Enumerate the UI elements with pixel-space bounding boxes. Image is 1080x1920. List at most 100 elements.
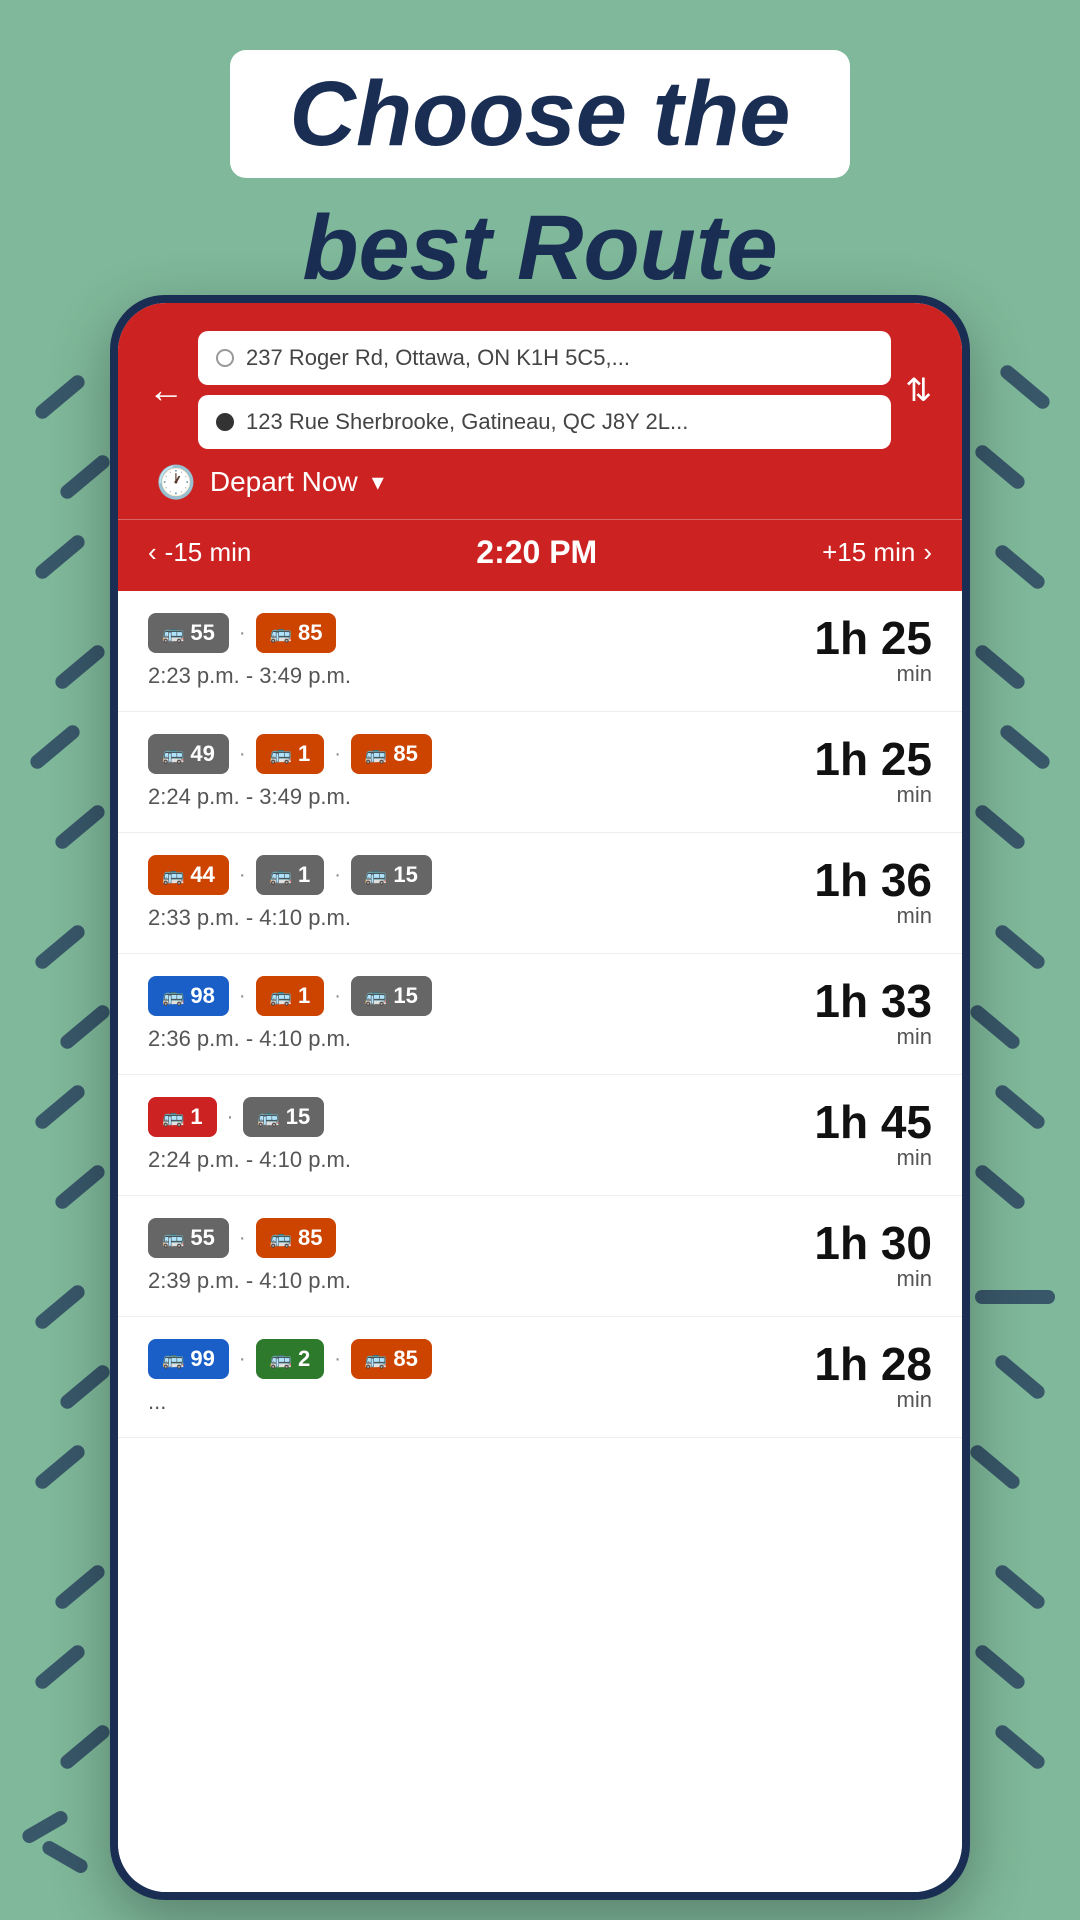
badge-number: 1	[298, 983, 310, 1009]
route-right: 1h 36min	[814, 857, 932, 929]
route-badge: 🚌 85	[256, 1218, 337, 1258]
badge-number: 85	[393, 741, 417, 767]
origin-field[interactable]: 237 Roger Rd, Ottawa, ON K1H 5C5,...	[198, 331, 891, 385]
bus-icon: 🚌	[162, 1228, 184, 1249]
route-badge: 🚌 85	[351, 734, 432, 774]
duration-bold: 1h 30	[814, 1220, 932, 1266]
route-left: 🚌55·🚌852:23 p.m. - 3:49 p.m.	[148, 613, 351, 689]
badge-separator: ·	[227, 1106, 234, 1129]
time-nav: ‹ -15 min 2:20 PM +15 min ›	[118, 519, 962, 591]
duration-bold: 1h 36	[814, 857, 932, 903]
badge-separator: ·	[334, 864, 341, 887]
badge-number: 1	[298, 741, 310, 767]
depart-row: 🕐 Depart Now ▾	[148, 463, 932, 501]
search-row: ← 237 Roger Rd, Ottawa, ON K1H 5C5,... 1…	[148, 331, 932, 449]
duration-bold: 1h 25	[814, 615, 932, 661]
destination-field[interactable]: 123 Rue Sherbrooke, Gatineau, QC J8Y 2L.…	[198, 395, 891, 449]
badge-number: 2	[298, 1346, 310, 1372]
bus-icon: 🚌	[270, 623, 292, 644]
bus-icon: 🚌	[162, 1349, 184, 1370]
badge-number: 85	[393, 1346, 417, 1372]
bus-icon: 🚌	[270, 744, 292, 765]
route-time-range: 2:24 p.m. - 3:49 p.m.	[148, 784, 432, 810]
route-item[interactable]: 🚌99·🚌2·🚌85...1h 28min	[118, 1317, 962, 1438]
badge-number: 85	[298, 620, 322, 646]
route-badges: 🚌 55 · 🚌 85	[148, 1218, 351, 1258]
duration-min: min	[814, 1387, 932, 1413]
badge-separator: ·	[334, 1348, 341, 1371]
bus-icon: 🚌	[365, 744, 387, 765]
badge-number: 85	[298, 1225, 322, 1251]
bus-icon: 🚌	[365, 1349, 387, 1370]
route-time-range: 2:39 p.m. - 4:10 p.m.	[148, 1268, 351, 1294]
badge-number: 98	[190, 983, 214, 1009]
route-badges: 🚌98·🚌1·🚌15	[148, 976, 432, 1016]
phone-mockup: ← 237 Roger Rd, Ottawa, ON K1H 5C5,... 1…	[110, 295, 970, 1900]
route-list: 🚌55·🚌852:23 p.m. - 3:49 p.m.1h 25min🚌49·…	[118, 591, 962, 1892]
route-left: 🚌 55 · 🚌 85 2:39 p.m. - 4:10 p.m.	[148, 1218, 351, 1294]
route-time-range: 2:24 p.m. - 4:10 p.m.	[148, 1147, 351, 1173]
route-item[interactable]: 🚌 55 · 🚌 85 2:39 p.m. - 4:10 p.m. 1h 30min	[118, 1196, 962, 1317]
route-right: 1h 25min	[814, 736, 932, 808]
time-plus-button[interactable]: +15 min ›	[822, 537, 932, 568]
route-badge: 🚌 85	[256, 613, 337, 653]
route-right: 1h 30min	[814, 1220, 932, 1292]
bus-icon: 🚌	[162, 623, 184, 644]
route-badge: 🚌1	[256, 855, 325, 895]
badge-number: 55	[190, 1225, 214, 1251]
clock-icon: 🕐	[156, 463, 196, 501]
header-container: Choose the best Route	[0, 50, 1080, 299]
route-badge: 🚌15	[351, 976, 432, 1016]
duration-bold: 1h 28	[814, 1341, 932, 1387]
time-minus-button[interactable]: ‹ -15 min	[148, 537, 251, 568]
route-right: 1h 28min	[814, 1341, 932, 1413]
destination-text: 123 Rue Sherbrooke, Gatineau, QC J8Y 2L.…	[246, 409, 688, 435]
route-item[interactable]: 🚌55·🚌852:23 p.m. - 3:49 p.m.1h 25min	[118, 591, 962, 712]
bus-icon: 🚌	[257, 1107, 279, 1128]
bus-icon: 🚌	[365, 986, 387, 1007]
chevron-left-icon: ‹	[148, 537, 157, 568]
badge-separator: ·	[239, 622, 246, 645]
badge-separator: ·	[334, 743, 341, 766]
route-item[interactable]: 🚌44·🚌1·🚌152:33 p.m. - 4:10 p.m.1h 36min	[118, 833, 962, 954]
header-box: Choose the	[230, 50, 851, 178]
route-badge: 🚌 49	[148, 734, 229, 774]
depart-label: Depart Now	[210, 466, 358, 498]
heading-line1: Choose the	[290, 68, 791, 160]
route-item[interactable]: 🚌49·🚌1·🚌852:24 p.m. - 3:49 p.m.1h 25min	[118, 712, 962, 833]
badge-separator: ·	[239, 1348, 246, 1371]
bus-icon: 🚌	[270, 1228, 292, 1249]
time-minus-label: -15 min	[165, 537, 252, 568]
duration-min: min	[814, 782, 932, 808]
route-badges: 🚌49·🚌1·🚌85	[148, 734, 432, 774]
route-right: 1h 45min	[814, 1099, 932, 1171]
bus-icon: 🚌	[162, 1107, 184, 1128]
route-time-range: ...	[148, 1389, 432, 1415]
route-badge: 🚌55	[148, 613, 229, 653]
route-left: 🚌49·🚌1·🚌852:24 p.m. - 3:49 p.m.	[148, 734, 432, 810]
time-current: 2:20 PM	[476, 534, 597, 571]
route-badge: 🚌 55	[148, 1218, 229, 1258]
chevron-down-icon[interactable]: ▾	[372, 468, 384, 497]
route-left: 🚌1 · 🚌 15 2:24 p.m. - 4:10 p.m.	[148, 1097, 351, 1173]
route-badge: 🚌1	[256, 976, 325, 1016]
route-left: 🚌98·🚌1·🚌152:36 p.m. - 4:10 p.m.	[148, 976, 432, 1052]
badge-number: 15	[286, 1104, 310, 1130]
route-badge: 🚌 85	[351, 1339, 432, 1379]
route-badge: 🚌1	[148, 1097, 217, 1137]
swap-button[interactable]: ⇅	[905, 371, 932, 409]
route-badge: 🚌1	[256, 734, 325, 774]
route-badge: 🚌44	[148, 855, 229, 895]
duration-min: min	[814, 903, 932, 929]
bus-icon: 🚌	[162, 744, 184, 765]
route-item[interactable]: 🚌1 · 🚌 15 2:24 p.m. - 4:10 p.m. 1h 45min	[118, 1075, 962, 1196]
app-header: ← 237 Roger Rd, Ottawa, ON K1H 5C5,... 1…	[118, 303, 962, 519]
badge-number: 49	[190, 741, 214, 767]
route-item[interactable]: 🚌98·🚌1·🚌152:36 p.m. - 4:10 p.m.1h 33min	[118, 954, 962, 1075]
search-fields: 237 Roger Rd, Ottawa, ON K1H 5C5,... 123…	[198, 331, 891, 449]
back-button[interactable]: ←	[148, 369, 184, 411]
bus-icon: 🚌	[270, 1349, 292, 1370]
badge-separator: ·	[239, 1227, 246, 1250]
duration-min: min	[814, 661, 932, 687]
route-badges: 🚌44·🚌1·🚌15	[148, 855, 432, 895]
